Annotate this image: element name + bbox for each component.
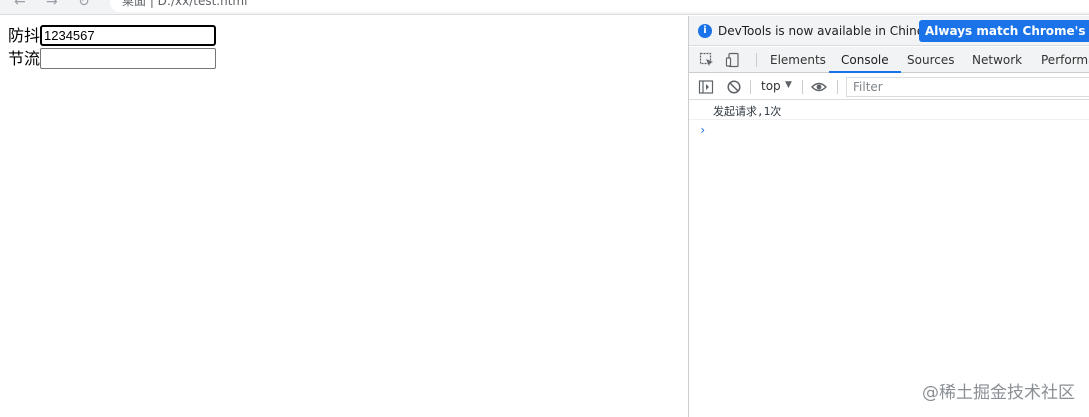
live-expression-eye-icon[interactable] [811, 79, 827, 95]
toolbar-divider [750, 80, 751, 94]
console-prompt[interactable]: › [699, 123, 706, 137]
tab-network[interactable]: Network [972, 47, 1022, 73]
tab-performance[interactable]: Performa [1041, 47, 1089, 73]
address-bar[interactable]: 桌面 | D:/xx/test.html [110, 0, 1089, 12]
address-text: 桌面 | D:/xx/test.html [122, 0, 248, 8]
reload-icon[interactable]: ↻ [78, 0, 90, 10]
console-toolbar: top ▼ Filter [689, 74, 1089, 100]
toolbar-divider [837, 80, 838, 94]
tab-elements[interactable]: Elements [770, 47, 826, 73]
context-selector[interactable]: top [761, 79, 781, 93]
tabbar-divider [756, 53, 757, 67]
info-icon: i [698, 24, 712, 38]
page-content: 防抖 节流 [0, 16, 688, 417]
device-toolbar-icon[interactable] [725, 52, 741, 68]
tab-console[interactable]: Console [829, 47, 901, 73]
toolbar-divider [802, 80, 803, 94]
throttle-label: 节流 [8, 48, 41, 68]
back-icon[interactable]: ← [14, 0, 26, 10]
debounce-row: 防抖 [8, 25, 217, 46]
sidebar-toggle-icon[interactable] [698, 79, 714, 95]
browser-toolbar: ← → ↻ 桌面 | D:/xx/test.html [0, 0, 1089, 15]
forward-icon[interactable]: → [46, 0, 58, 10]
throttle-row: 节流 [8, 48, 217, 69]
debounce-input[interactable] [40, 25, 217, 46]
always-match-language-button[interactable]: Always match Chrome's langua [919, 20, 1089, 42]
watermark: @稀土掘金技术社区 [922, 383, 1075, 403]
console-message-text: 发起请求,1次 [713, 105, 782, 118]
throttle-input[interactable] [40, 48, 217, 69]
clear-console-icon[interactable] [726, 79, 742, 95]
debounce-label: 防抖 [8, 25, 41, 45]
console-filter-input[interactable]: Filter [846, 77, 1089, 97]
language-infobar: i DevTools is now available in Chinese! … [689, 16, 1089, 46]
inspect-element-icon[interactable] [699, 52, 715, 68]
tab-sources[interactable]: Sources [907, 47, 954, 73]
infobar-text: DevTools is now available in Chinese! [718, 24, 943, 38]
devtools-panel: i DevTools is now available in Chinese! … [688, 16, 1089, 417]
filter-placeholder: Filter [853, 80, 883, 94]
console-message: 发起请求,1次 [689, 101, 1089, 120]
devtools-tabbar: Elements Console Sources Network Perform… [689, 47, 1089, 73]
chevron-down-icon[interactable]: ▼ [785, 80, 792, 90]
